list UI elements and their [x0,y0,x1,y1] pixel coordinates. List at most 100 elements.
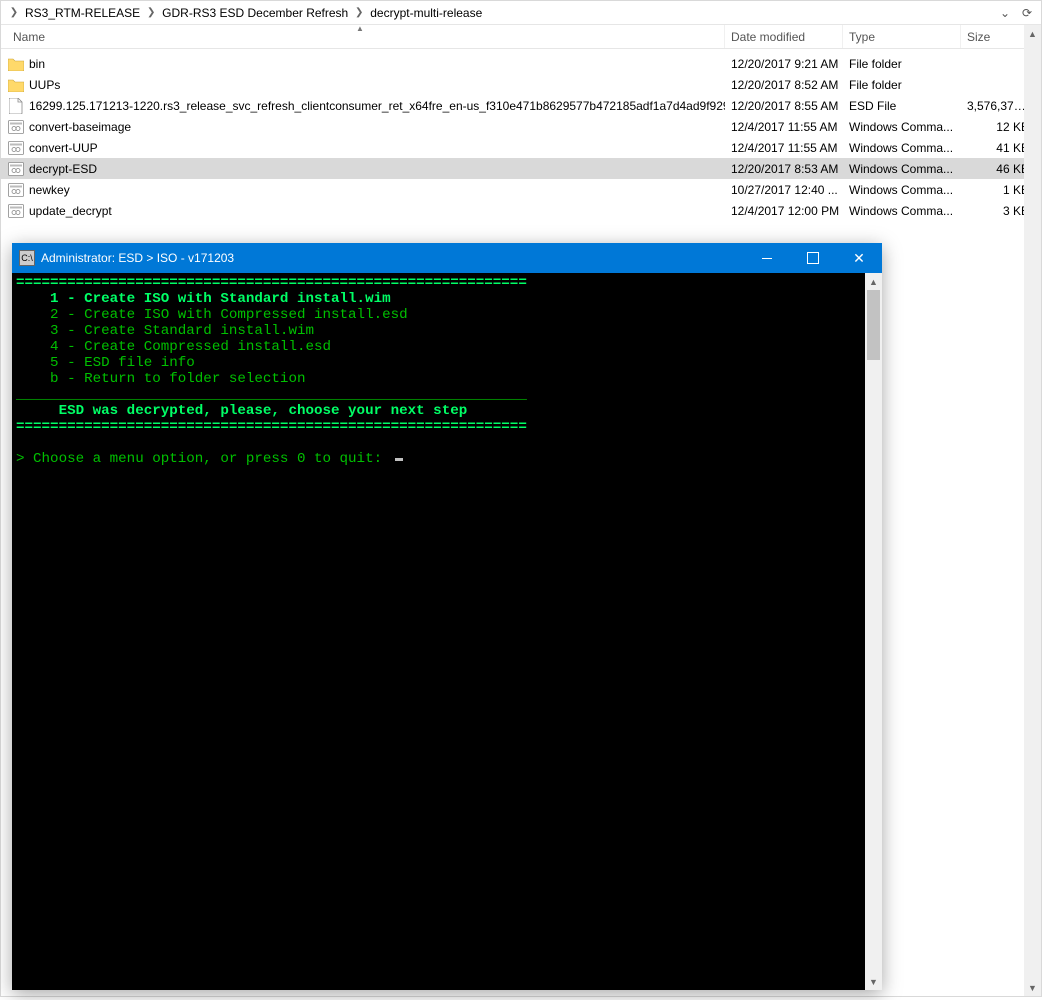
chevron-right-icon[interactable]: ❯ [144,7,158,18]
console-menu-option: 2 - Create ISO with Compressed install.e… [16,307,408,323]
scroll-down-icon[interactable]: ▼ [865,973,882,990]
file-date: 12/4/2017 11:55 AM [725,120,843,134]
file-name: bin [29,57,45,71]
console-menu-option: 3 - Create Standard install.wim [16,323,314,339]
file-type: File folder [843,57,961,71]
refresh-icon[interactable]: ⟳ [1017,3,1037,23]
console-divider: ========================================… [16,419,527,435]
file-size: 3 KB [961,204,1033,218]
file-type: Windows Comma... [843,162,961,176]
file-type: Windows Comma... [843,183,961,197]
chevron-right-icon[interactable]: ❯ [352,7,366,18]
file-name: convert-UUP [29,141,98,155]
column-header-size[interactable]: Size [961,25,1033,48]
scroll-up-icon[interactable]: ▲ [1024,25,1041,42]
console-underline: ________________________________________… [16,387,527,403]
file-name: convert-baseimage [29,120,131,134]
file-size: 1 KB [961,183,1033,197]
file-date: 12/4/2017 11:55 AM [725,141,843,155]
file-name-cell[interactable]: UUPs [7,76,725,94]
file-row[interactable]: UUPs 12/20/2017 8:52 AMFile folder [1,74,1041,95]
sort-ascending-icon: ▲ [356,24,364,33]
window-controls: ✕ [744,243,882,273]
address-bar: ❯ RS3_RTM-RELEASE ❯ GDR-RS3 ESD December… [1,1,1041,25]
file-type: Windows Comma... [843,204,961,218]
console-titlebar[interactable]: C:\ Administrator: ESD > ISO - v171203 ✕ [12,243,882,273]
file-name-cell[interactable]: decrypt-ESD [7,160,725,178]
file-row[interactable]: convert-UUP 12/4/2017 11:55 AMWindows Com… [1,137,1041,158]
folder-icon [7,55,25,73]
file-type: File folder [843,78,961,92]
file-name-cell[interactable]: bin [7,55,725,73]
file-name: update_decrypt [29,204,112,218]
file-date: 12/4/2017 12:00 PM [725,204,843,218]
file-date: 12/20/2017 8:52 AM [725,78,843,92]
cmd-app-icon: C:\ [19,250,35,266]
maximize-button[interactable] [790,243,836,273]
column-header-type[interactable]: Type [843,25,961,48]
scroll-up-icon[interactable]: ▲ [865,273,882,290]
file-row[interactable]: 16299.125.171213-1220.rs3_release_svc_re… [1,95,1041,116]
script-icon [7,181,25,199]
console-menu-option: b - Return to folder selection [16,371,305,387]
file-name-cell[interactable]: update_decrypt [7,202,725,220]
scrollbar-thumb[interactable] [867,290,880,360]
file-type: Windows Comma... [843,141,961,155]
file-size: 46 KB [961,162,1033,176]
file-name: decrypt-ESD [29,162,97,176]
file-row[interactable]: newkey 10/27/2017 12:40 ...Windows Comma.… [1,179,1041,200]
scroll-down-icon[interactable]: ▼ [1024,979,1041,996]
file-icon [7,97,25,115]
script-icon [7,118,25,136]
file-name-cell[interactable]: 16299.125.171213-1220.rs3_release_svc_re… [7,97,725,115]
breadcrumb-item-1[interactable]: GDR-RS3 ESD December Refresh [158,1,352,24]
breadcrumb[interactable]: ❯ RS3_RTM-RELEASE ❯ GDR-RS3 ESD December… [7,1,995,24]
file-name: UUPs [29,78,60,92]
column-headers: ▲ Name Date modified Type Size [1,25,1041,49]
file-name: newkey [29,183,70,197]
explorer-vertical-scrollbar[interactable]: ▲ ▼ [1024,25,1041,996]
file-row[interactable]: update_decrypt 12/4/2017 12:00 PMWindows … [1,200,1041,221]
address-dropdown-icon[interactable]: ⌄ [995,3,1015,23]
console-output[interactable]: ========================================… [12,273,865,990]
file-name: 16299.125.171213-1220.rs3_release_svc_re… [29,99,725,113]
console-status: ESD was decrypted, please, choose your n… [16,403,467,419]
folder-icon [7,76,25,94]
chevron-right-icon[interactable]: ❯ [7,7,21,18]
minimize-button[interactable] [744,243,790,273]
file-row[interactable]: convert-baseimage 12/4/2017 11:55 AMWindo… [1,116,1041,137]
file-list: bin 12/20/2017 9:21 AMFile folder UUPs 12/2… [1,49,1041,221]
file-row[interactable]: bin 12/20/2017 9:21 AMFile folder [1,53,1041,74]
file-date: 12/20/2017 8:55 AM [725,99,843,113]
breadcrumb-item-2[interactable]: decrypt-multi-release [366,1,486,24]
close-button[interactable]: ✕ [836,243,882,273]
file-date: 12/20/2017 9:21 AM [725,57,843,71]
console-title: Administrator: ESD > ISO - v171203 [41,251,744,265]
console-menu-option: 5 - ESD file info [16,355,195,371]
script-icon [7,202,25,220]
script-icon [7,139,25,157]
console-cursor [395,458,403,461]
file-size: 3,576,373 KB [961,99,1033,113]
console-menu-option: 1 - Create ISO with Standard install.wim [16,291,391,307]
file-name-cell[interactable]: convert-baseimage [7,118,725,136]
file-size: 41 KB [961,141,1033,155]
breadcrumb-item-0[interactable]: RS3_RTM-RELEASE [21,1,144,24]
console-menu-option: 4 - Create Compressed install.esd [16,339,331,355]
console-vertical-scrollbar[interactable]: ▲ ▼ [865,273,882,990]
file-name-cell[interactable]: newkey [7,181,725,199]
file-row[interactable]: decrypt-ESD 12/20/2017 8:53 AMWindows Com… [1,158,1041,179]
file-date: 10/27/2017 12:40 ... [725,183,843,197]
console-divider: ========================================… [16,275,527,291]
file-size: 12 KB [961,120,1033,134]
console-prompt: > Choose a menu option, or press 0 to qu… [16,451,391,467]
script-icon [7,160,25,178]
column-header-name[interactable]: Name [7,25,725,48]
file-type: ESD File [843,99,961,113]
file-name-cell[interactable]: convert-UUP [7,139,725,157]
column-header-date[interactable]: Date modified [725,25,843,48]
console-window: C:\ Administrator: ESD > ISO - v171203 ✕… [12,243,882,990]
file-type: Windows Comma... [843,120,961,134]
file-explorer-window: ❯ RS3_RTM-RELEASE ❯ GDR-RS3 ESD December… [0,0,1042,997]
file-date: 12/20/2017 8:53 AM [725,162,843,176]
